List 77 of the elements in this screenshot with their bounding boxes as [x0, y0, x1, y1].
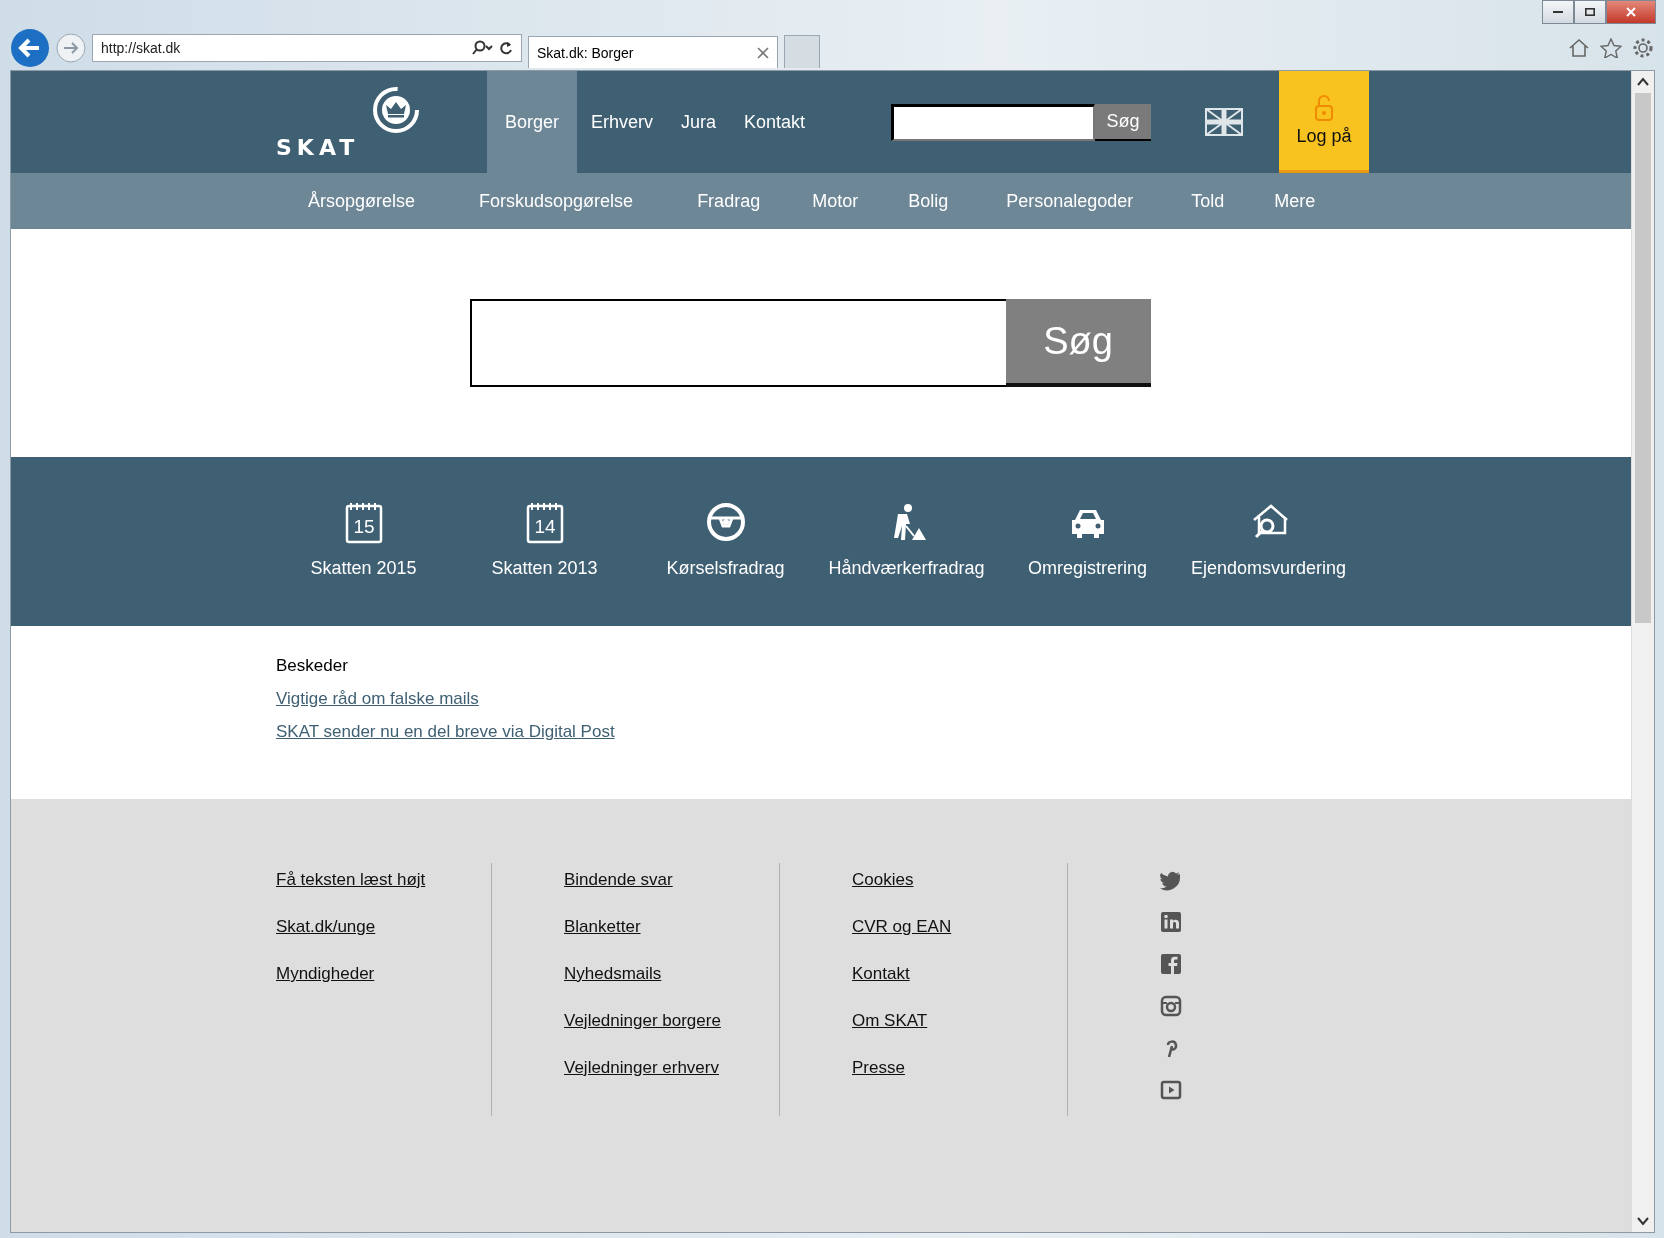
subnav-link[interactable]: Mere: [1274, 190, 1316, 212]
browser-tab[interactable]: Skat.dk: Borger: [528, 36, 778, 68]
nav-tab[interactable]: Jura: [667, 71, 731, 173]
search-field[interactable]: [891, 103, 1096, 141]
settings-icon[interactable]: [1632, 37, 1654, 59]
subnav-link[interactable]: Bolig: [908, 190, 949, 212]
footer-link[interactable]: Få teksten læst højt: [276, 869, 491, 890]
footer-link[interactable]: Om SKAT: [852, 1010, 1067, 1031]
messages-heading: Beskeder: [276, 656, 348, 676]
shortcut-link[interactable]: 14 Skatten 2013: [454, 457, 635, 579]
message-link[interactable]: Vigtige råd om falske mails: [276, 689, 479, 709]
shortcut-label: Omregistrering: [1028, 558, 1147, 579]
search-field[interactable]: [469, 299, 1006, 387]
shortcut-link[interactable]: Håndværkerfradrag: [816, 457, 997, 579]
bird-icon[interactable]: [1160, 869, 1182, 891]
maximize-button[interactable]: [1574, 0, 1606, 24]
home-icon[interactable]: [1568, 38, 1590, 58]
padlock-icon: [1314, 94, 1335, 122]
play-icon[interactable]: [1160, 1079, 1182, 1101]
login-button[interactable]: Log på: [1279, 71, 1370, 173]
subnav-link[interactable]: Told: [1191, 190, 1225, 212]
footer-link[interactable]: Blanketter: [564, 916, 779, 937]
footer-link[interactable]: Skat.dk/unge: [276, 916, 491, 937]
address-text: http://skat.dk: [101, 40, 182, 56]
shortcut-link[interactable]: Kørselsfradrag: [635, 457, 816, 579]
shortcut-label: Håndværkerfradrag: [828, 558, 985, 579]
nav-tab[interactable]: Erhverv: [577, 71, 668, 173]
crown-emblem-icon: [371, 84, 421, 135]
window-close-icon: [1626, 7, 1636, 17]
footer-link[interactable]: Nyhedsmails: [564, 963, 779, 984]
footer-link[interactable]: Vejledninger erhverv: [564, 1057, 779, 1078]
flag-icon: [1205, 108, 1244, 136]
close-icon[interactable]: [757, 46, 769, 59]
star-icon[interactable]: [1600, 38, 1622, 58]
shortcut-link[interactable]: Ejendomsvurdering: [1178, 457, 1359, 579]
footer-link[interactable]: Bindende svar: [564, 869, 779, 890]
subnav-link[interactable]: Fradrag: [697, 190, 761, 212]
window-close-button[interactable]: [1606, 0, 1656, 24]
nav-tab[interactable]: Borger: [487, 71, 578, 173]
scrollbar[interactable]: [1631, 71, 1654, 1232]
search-button[interactable]: Søg: [1095, 103, 1152, 141]
search-icon[interactable]: [471, 40, 493, 56]
shortcut-label: Ejendomsvurdering: [1190, 558, 1347, 579]
footer-link[interactable]: Cookies: [852, 869, 1067, 890]
back-icon[interactable]: [10, 28, 50, 68]
message-link[interactable]: SKAT sender nu en del breve via Digital Post: [276, 722, 615, 742]
shortcut-label: Kørselsfradrag: [666, 558, 785, 579]
search-button[interactable]: Søg: [1005, 299, 1151, 387]
minimize-icon: [1553, 11, 1563, 13]
footer-link[interactable]: Presse: [852, 1057, 1067, 1078]
minimize-button[interactable]: [1542, 0, 1574, 24]
shortcut-link[interactable]: Omregistrering: [997, 457, 1178, 579]
logo-text: SKAT: [276, 134, 360, 160]
address-field[interactable]: http://skat.dk: [92, 34, 522, 62]
maximize-icon: [1585, 8, 1595, 16]
footer-link[interactable]: Kontakt: [852, 963, 1067, 984]
footer-link[interactable]: Vejledninger borgere: [564, 1010, 779, 1031]
shortcut-label: Skatten 2013: [491, 558, 598, 579]
steering-wheel-icon: [704, 500, 747, 544]
square-logo-icon[interactable]: [1160, 911, 1182, 933]
nav-tab[interactable]: Kontakt: [730, 71, 820, 173]
logo[interactable]: SKAT: [276, 71, 421, 173]
forward-icon[interactable]: [56, 33, 86, 63]
camera-icon[interactable]: [1160, 995, 1182, 1017]
footer-link[interactable]: Myndigheder: [276, 963, 491, 984]
footer-link[interactable]: CVR og EAN: [852, 916, 1067, 937]
tab-title: Skat.dk: Borger: [537, 44, 635, 61]
shortcut-link[interactable]: 15 Skatten 2015: [273, 457, 454, 579]
refresh-icon[interactable]: [499, 40, 513, 56]
subnav-link[interactable]: Motor: [812, 190, 859, 212]
login-label: Log på: [1296, 126, 1352, 147]
subnav-link[interactable]: Årsopgørelse: [308, 190, 416, 212]
scrollbar-thumb[interactable]: [1635, 93, 1651, 623]
subnav-link[interactable]: Personalegoder: [1006, 190, 1134, 212]
square-logo-icon[interactable]: [1160, 953, 1182, 975]
shortcut-label: Skatten 2015: [310, 558, 417, 579]
subnav-link[interactable]: Forskudsopgørelse: [479, 190, 634, 212]
